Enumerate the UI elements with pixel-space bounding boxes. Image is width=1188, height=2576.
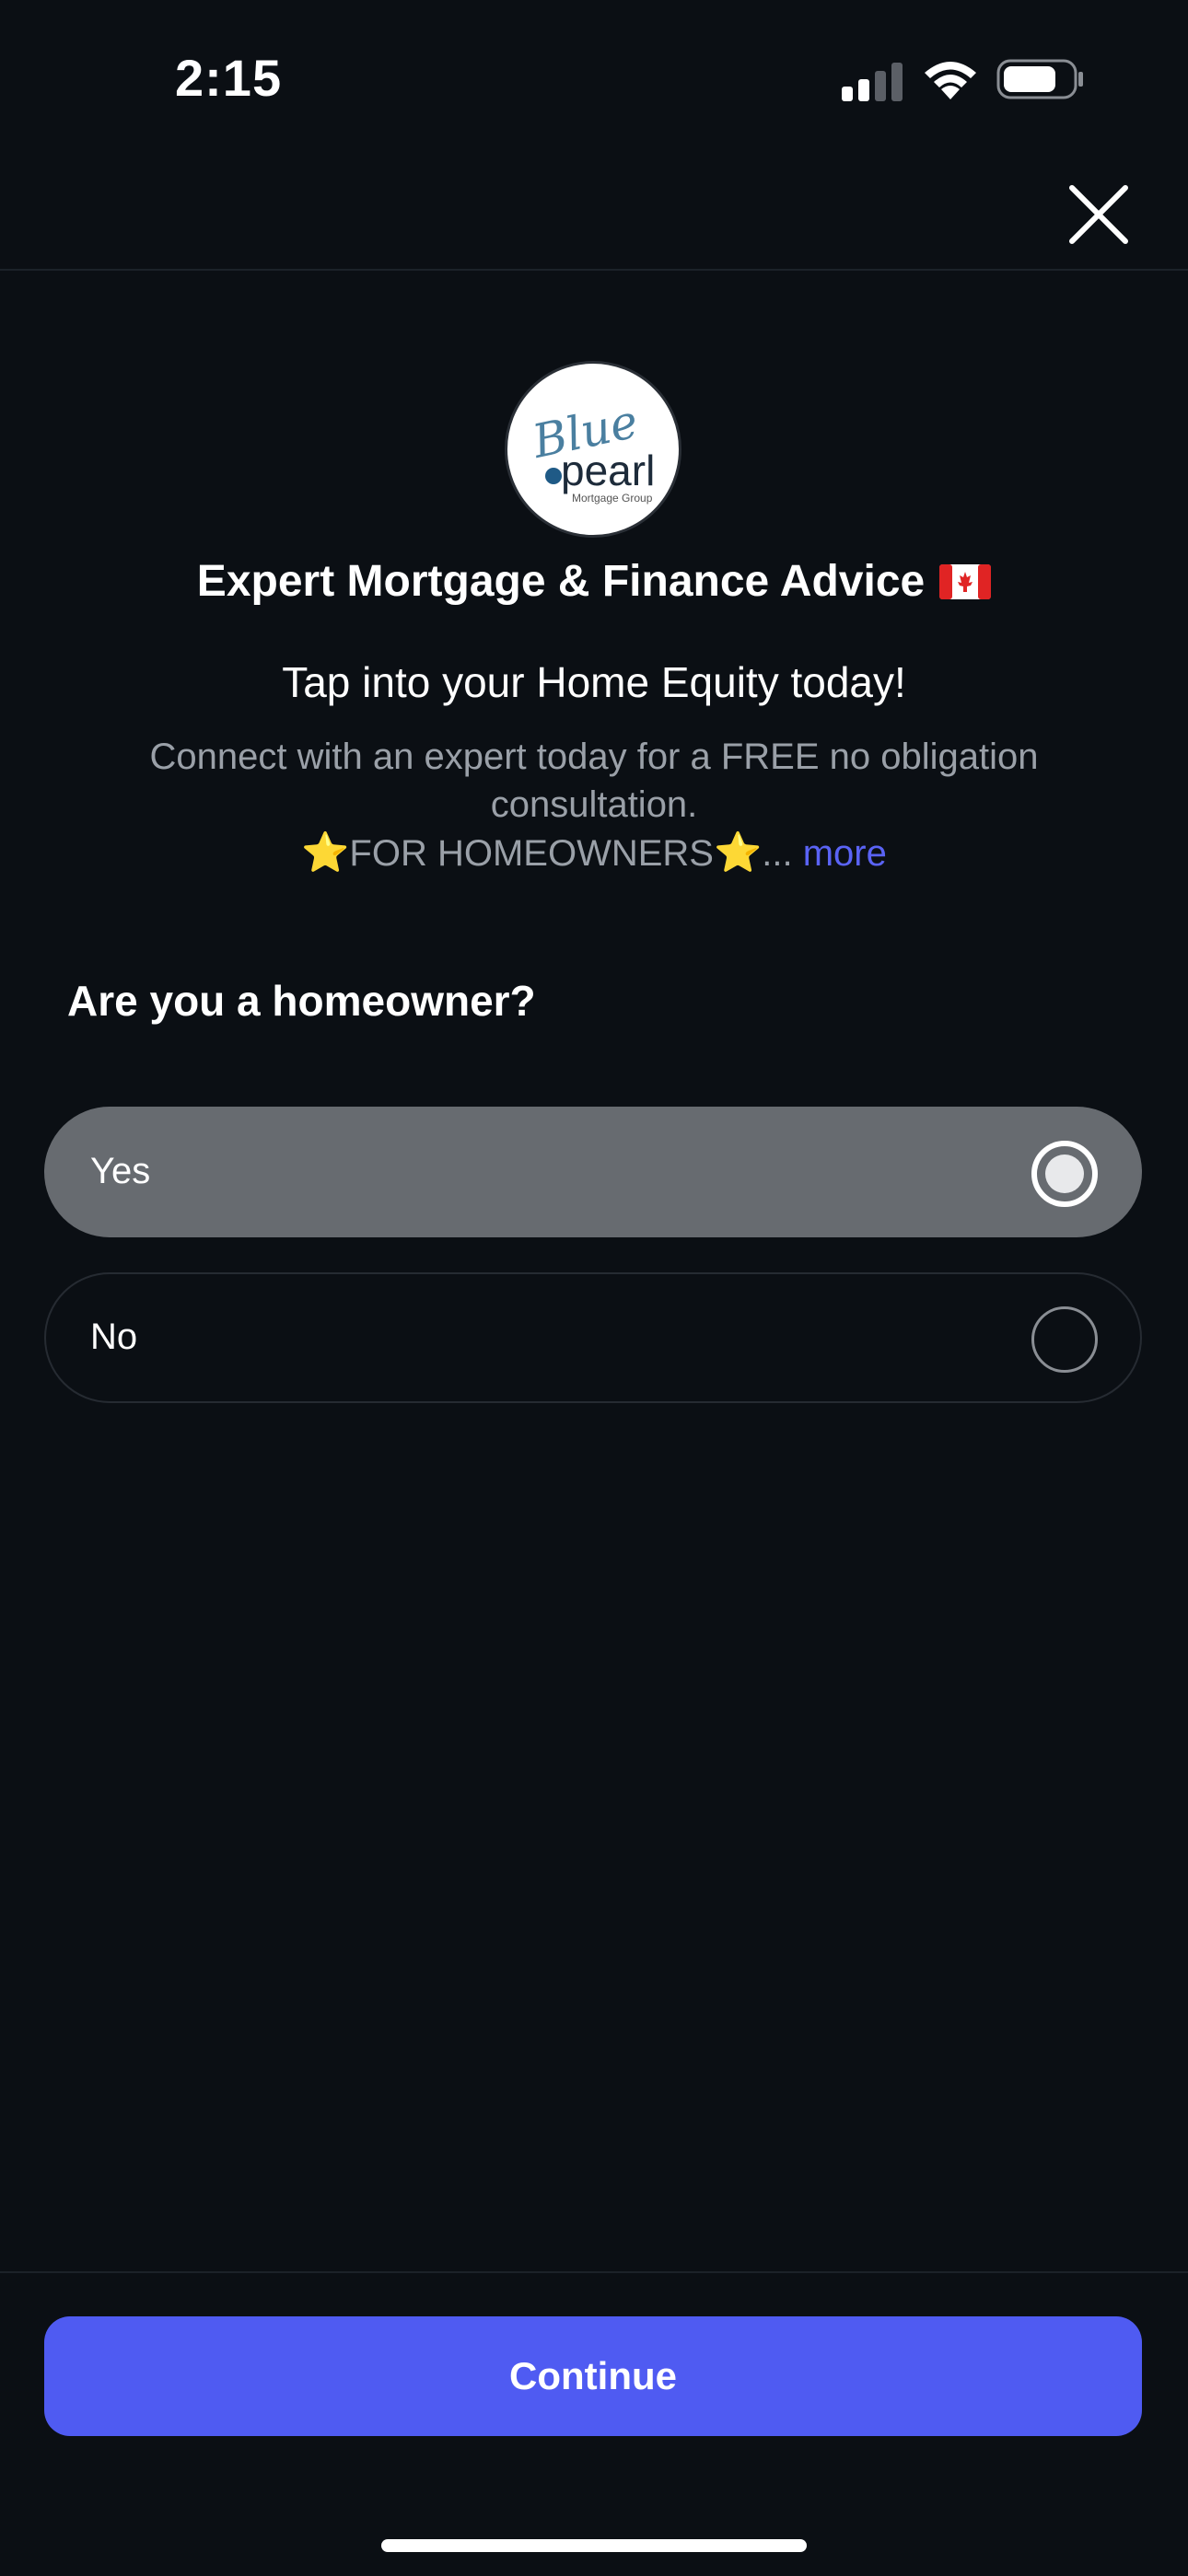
blue-pearl-logo: Blue pearl Mortgage Group: [527, 394, 655, 505]
brand-logo: Blue pearl Mortgage Group: [505, 361, 681, 538]
question-label: Are you a homeowner?: [67, 977, 536, 1025]
top-nav: [0, 157, 1188, 271]
option-label: No: [90, 1317, 138, 1357]
star-icon: ⭐: [301, 830, 350, 874]
battery-icon: [996, 59, 1083, 99]
footer: Continue: [0, 2271, 1188, 2576]
option-no[interactable]: No: [44, 1272, 1142, 1403]
page-title: Expert Mortgage & Finance Advice: [0, 556, 1188, 607]
page-title-text: Expert Mortgage & Finance Advice: [196, 557, 926, 606]
description: Connect with an expert today for a FREE …: [92, 733, 1096, 877]
description-highlight: FOR HOMEOWNERS: [349, 833, 714, 874]
description-text: Connect with an expert today for a FREE …: [149, 737, 1039, 825]
svg-text:Mortgage Group: Mortgage Group: [572, 492, 653, 505]
continue-button[interactable]: Continue: [44, 2316, 1142, 2436]
status-time: 2:15: [175, 49, 283, 107]
star-icon: ⭐: [713, 830, 763, 874]
option-yes[interactable]: Yes: [44, 1107, 1142, 1237]
more-link[interactable]: more: [803, 833, 887, 874]
svg-text:pearl: pearl: [561, 447, 655, 494]
status-bar: 2:15: [0, 0, 1188, 157]
cellular-signal-icon: [842, 63, 903, 101]
close-icon[interactable]: [1059, 175, 1138, 254]
radio-unchecked-icon[interactable]: [1031, 1306, 1098, 1373]
description-line: ⭐FOR HOMEOWNERS⭐... more: [92, 829, 1096, 877]
home-indicator: [381, 2539, 807, 2552]
radio-checked-icon[interactable]: [1031, 1141, 1098, 1207]
option-label: Yes: [90, 1151, 151, 1191]
subtitle: Tap into your Home Equity today!: [282, 658, 906, 706]
canada-flag-icon: [939, 564, 992, 599]
wifi-icon: [925, 62, 976, 99]
description-ellipsis: ...: [762, 833, 793, 874]
